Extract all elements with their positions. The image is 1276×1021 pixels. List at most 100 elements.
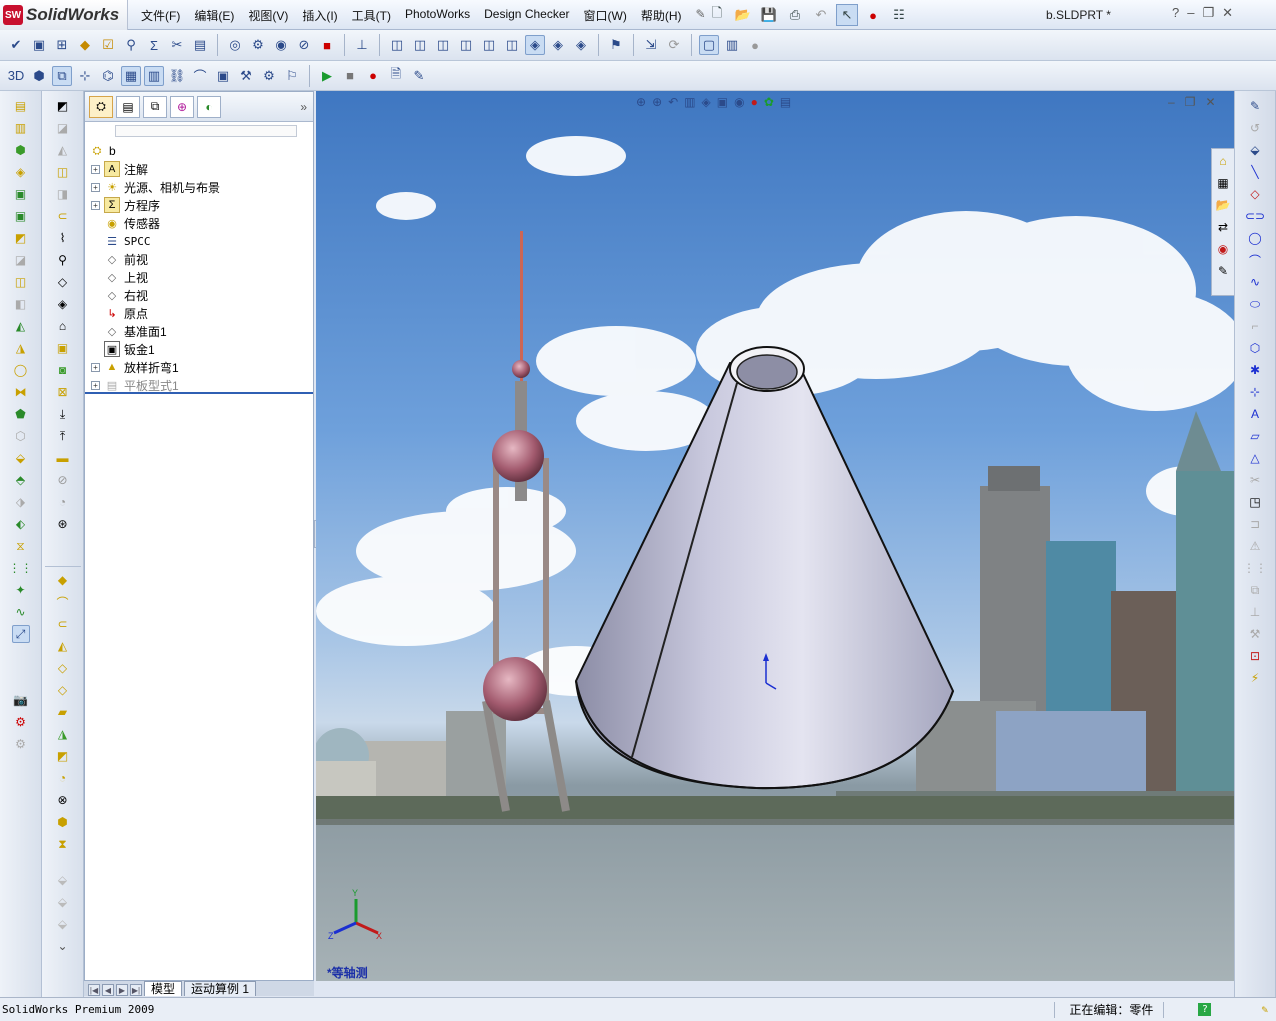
sketch-icon[interactable]: ✎ (1246, 97, 1264, 115)
play-icon[interactable]: ▶ (317, 66, 337, 86)
view-palette-icon[interactable]: ⇄ (1214, 218, 1232, 236)
menu-file[interactable]: 文件(F) (134, 7, 187, 24)
previous-view-icon[interactable]: ↶ (668, 95, 678, 109)
viewport-minimize-icon[interactable]: – (1168, 95, 1175, 109)
network-icon[interactable]: ⌬ (98, 66, 118, 86)
section-view-icon[interactable]: ▥ (722, 35, 742, 55)
cut-revolve-icon[interactable]: ▣ (12, 207, 30, 225)
app-logo[interactable]: SW SolidWorks (0, 0, 128, 30)
back-view-icon[interactable]: ◫ (410, 35, 430, 55)
rectangle-icon[interactable]: ◇ (1246, 185, 1264, 203)
section-view-hud-icon[interactable]: ▥ (684, 95, 695, 109)
tree-item-origin[interactable]: ↳ 原点 (85, 304, 313, 322)
insert-bends-icon[interactable]: ⊛ (54, 515, 72, 533)
box-icon[interactable]: ▣ (213, 66, 233, 86)
axis-icon[interactable]: ⊹ (75, 66, 95, 86)
base-flange-icon[interactable]: ◩ (54, 97, 72, 115)
spline-icon[interactable]: ∿ (1246, 273, 1264, 291)
slot-icon[interactable]: ⊂⊃ (1245, 207, 1265, 225)
hide-show-items-icon[interactable]: ◉ (734, 95, 744, 109)
solidworks-resources-icon[interactable]: ⌂ (1214, 152, 1232, 170)
top-view-icon[interactable]: ◫ (479, 35, 499, 55)
trimetric-view-icon[interactable]: ◈ (548, 35, 568, 55)
trim-icon[interactable]: ⌒ (54, 593, 72, 611)
options-icon[interactable]: ☷ (888, 4, 910, 26)
reference-icon[interactable]: ✦ (12, 581, 30, 599)
appearances-icon[interactable]: ◉ (1214, 240, 1232, 258)
forming-tool-icon[interactable]: ◙ (54, 361, 72, 379)
camera-icon[interactable]: 📷 (12, 691, 30, 709)
chamfer-icon[interactable]: ◪ (12, 251, 30, 269)
move-face-icon[interactable]: ⇲ (641, 35, 661, 55)
thicken-icon[interactable]: ⬢ (54, 813, 72, 831)
restore-icon[interactable]: ❐ (1202, 5, 1214, 21)
offset-entities-icon[interactable]: ⊐ (1246, 515, 1264, 533)
scale-icon[interactable]: ⬡ (12, 427, 30, 445)
tree-item-sheetmetal1[interactable]: ▣ 钣金1 (85, 340, 313, 358)
eye-icon[interactable]: ◉ (271, 35, 291, 55)
tree-item-front-plane[interactable]: ◇ 前视 (85, 250, 313, 268)
cross-break-icon[interactable]: ◇ (54, 273, 72, 291)
pin-tool-icon[interactable]: ⚑ (606, 35, 626, 55)
point-icon[interactable]: ✱ (1246, 361, 1264, 379)
deform-feature-icon[interactable]: ⧖ (12, 537, 30, 555)
tag-icon[interactable]: ◆ (75, 35, 95, 55)
print-icon[interactable]: ⎙ (784, 4, 806, 26)
weld-icon[interactable]: ◆ (54, 571, 72, 589)
extrude-boss-icon[interactable]: ▤ (12, 97, 30, 115)
menu-edit[interactable]: 编辑(E) (187, 7, 241, 24)
configuration-manager-tab-icon[interactable]: ⧉ (143, 95, 167, 118)
split-icon[interactable]: ⬟ (12, 405, 30, 423)
sum-icon[interactable]: Σ (144, 35, 164, 55)
expand-toolbar-icon[interactable]: ⌄ (54, 937, 72, 955)
rib-icon[interactable]: ◫ (12, 273, 30, 291)
solid-icon[interactable]: ⬢ (29, 66, 49, 86)
edge-flange-icon[interactable]: ◫ (54, 163, 72, 181)
macro-icon[interactable]: ⚙ (259, 66, 279, 86)
tree-item-sensors[interactable]: ◉ 传感器 (85, 214, 313, 232)
rollback-bar[interactable] (85, 392, 313, 394)
break-corner-icon[interactable]: ▣ (54, 339, 72, 357)
select-arrow-icon[interactable]: ↖ (836, 4, 858, 26)
menu-insert[interactable]: 插入(I) (295, 7, 344, 24)
wrap-icon[interactable]: ◯ (12, 361, 30, 379)
display-manager-tab-icon[interactable]: ◐ (197, 95, 221, 118)
repair-sketch-icon[interactable]: ⚒ (1246, 625, 1264, 643)
lofted-bend-tool-icon[interactable]: ◭ (54, 141, 72, 159)
custom-properties-icon[interactable]: ✎ (1214, 262, 1232, 280)
edit-tag-icon[interactable]: ✎ (1261, 1003, 1268, 1016)
tree-root[interactable]: ⛭ b (85, 142, 313, 160)
check-icon[interactable]: ⊘ (294, 35, 314, 55)
display-states-icon[interactable]: ⚙ (12, 735, 30, 753)
stop-icon[interactable]: ■ (317, 35, 337, 55)
normal-to-icon[interactable]: ⊥ (352, 35, 372, 55)
shaded-view-icon[interactable]: ▢ (699, 35, 719, 55)
surface-offset-icon[interactable]: ◩ (54, 747, 72, 765)
new-document-icon[interactable]: 🗋 (706, 4, 728, 26)
welded-corner-icon[interactable]: ⌂ (54, 317, 72, 335)
zoom-to-area-icon[interactable]: ⊕ (652, 95, 662, 109)
curve-icon[interactable]: ⌒ (190, 66, 210, 86)
tree-filter-field[interactable] (115, 125, 297, 137)
file-explorer-icon[interactable]: 📂 (1214, 196, 1232, 214)
sketched-bend-icon[interactable]: ⚲ (54, 251, 72, 269)
expand-icon[interactable]: + (91, 200, 100, 210)
dimxpert-tab-icon[interactable]: ⊕ (170, 95, 194, 118)
zoom-to-fit-icon[interactable]: ⊕ (636, 95, 646, 109)
render-icon[interactable]: ● (745, 35, 765, 55)
last-tab-icon[interactable]: ▶| (130, 984, 142, 996)
ellipse-icon[interactable]: ⬭ (1246, 295, 1264, 313)
triangle-icon[interactable]: △ (1246, 449, 1264, 467)
quick-snaps-icon[interactable]: ⊡ (1246, 647, 1264, 665)
gusset-icon[interactable]: ◭ (54, 637, 72, 655)
line-icon[interactable]: ╲ (1246, 163, 1264, 181)
measure-icon[interactable]: ⚲ (121, 35, 141, 55)
new-macro-icon[interactable]: 🗎 (386, 66, 406, 86)
save-icon[interactable]: 💾 (758, 4, 780, 26)
edit-macro-icon[interactable]: ✎ (409, 66, 429, 86)
graphics-viewport[interactable]: Y X Z *等轴测 ⊕ ⊕ ↶ ▥ ◈ ▣ ◉ ● ✿ ▤ – ❐ ✕ (316, 91, 1234, 981)
menu-view[interactable]: 视图(V) (241, 7, 295, 24)
circle-icon[interactable]: ◯ (1246, 229, 1264, 247)
surface-loft-icon[interactable]: ◮ (54, 725, 72, 743)
sketch-relations-icon[interactable]: ⧉ (52, 65, 72, 86)
